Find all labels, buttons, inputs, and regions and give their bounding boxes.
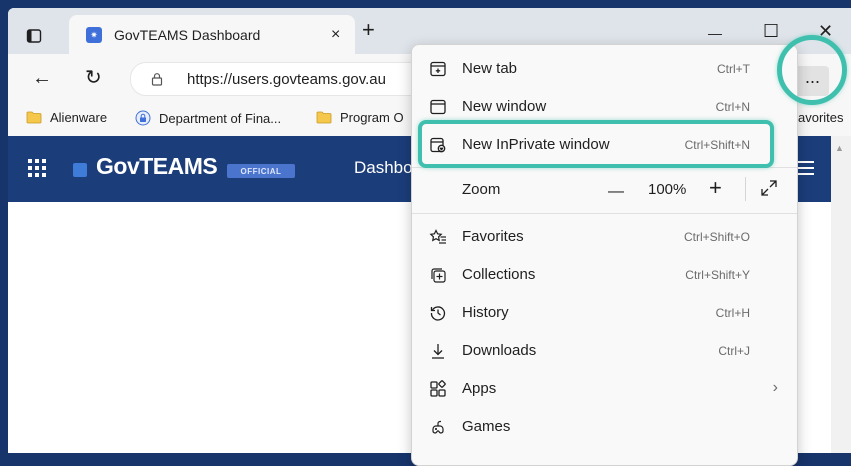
folder-icon bbox=[26, 111, 42, 124]
menu-item-label: New tab bbox=[462, 60, 518, 77]
maximize-button[interactable]: ☐ bbox=[763, 22, 779, 40]
govteams-favicon-icon: ✷ bbox=[86, 27, 102, 43]
new-window-icon bbox=[430, 99, 446, 115]
zoom-in-button[interactable]: + bbox=[709, 176, 722, 200]
menu-separator bbox=[412, 213, 797, 214]
tab-title: GovTEAMS Dashboard bbox=[114, 27, 261, 43]
download-icon bbox=[432, 344, 444, 359]
fullscreen-icon[interactable] bbox=[760, 179, 778, 197]
zoom-divider bbox=[745, 177, 746, 201]
menu-item-zoom: Zoom — 100% + bbox=[412, 171, 797, 207]
page-scrollbar[interactable]: ▲ bbox=[831, 136, 851, 453]
tab-actions-icon[interactable] bbox=[26, 28, 42, 44]
bookmark-program[interactable]: Program O bbox=[316, 110, 404, 125]
bookmark-label: avorites bbox=[798, 110, 844, 125]
menu-item-label: Games bbox=[462, 418, 511, 435]
menu-item-label: New window bbox=[462, 98, 547, 115]
bookmark-label: Department of Fina... bbox=[159, 110, 282, 126]
zoom-out-button[interactable]: — bbox=[608, 180, 624, 204]
menu-item-history[interactable]: History Ctrl+H bbox=[412, 294, 797, 330]
official-badge: OFFICIAL bbox=[227, 164, 295, 178]
bookmark-other-favorites[interactable]: avorites bbox=[798, 110, 844, 125]
settings-menu: New tab Ctrl+T New window Ctrl+N New InP… bbox=[411, 44, 798, 466]
collections-icon bbox=[431, 268, 446, 283]
active-tab[interactable]: ✷ GovTEAMS Dashboard × bbox=[69, 15, 355, 54]
lock-icon[interactable] bbox=[150, 72, 164, 86]
menu-item-label: Collections bbox=[462, 266, 536, 283]
nav-dashboard[interactable]: Dashbo bbox=[354, 158, 413, 178]
menu-item-shortcut: Ctrl+J bbox=[718, 344, 750, 358]
menu-item-shortcut: Ctrl+H bbox=[715, 306, 750, 320]
url-text: https://users.govteams.gov.au bbox=[187, 71, 386, 88]
highlight-more-button-annotation bbox=[777, 35, 847, 105]
menu-item-label: Apps bbox=[462, 380, 497, 397]
menu-item-label: Zoom bbox=[462, 181, 501, 198]
bookmark-alienware[interactable]: Alienware bbox=[26, 110, 107, 125]
tab-close-button[interactable]: × bbox=[331, 26, 340, 44]
bookmark-label: Program O bbox=[340, 110, 404, 125]
favorites-icon bbox=[429, 229, 446, 244]
menu-item-apps[interactable]: Apps › bbox=[412, 370, 797, 406]
highlight-inprivate-annotation bbox=[418, 120, 774, 168]
menu-item-label: History bbox=[462, 304, 509, 321]
scroll-up-icon[interactable]: ▲ bbox=[835, 143, 844, 153]
back-arrow-icon[interactable]: ← bbox=[32, 68, 52, 88]
new-tab-button[interactable]: + bbox=[362, 18, 375, 42]
bookmark-label: Alienware bbox=[50, 110, 108, 125]
brand-name[interactable]: GovTEAMS bbox=[96, 153, 218, 180]
menu-item-favorites[interactable]: Favorites Ctrl+Shift+O bbox=[412, 218, 797, 254]
history-icon bbox=[430, 306, 446, 321]
minimize-button[interactable]: — bbox=[708, 24, 722, 42]
folder-icon bbox=[316, 111, 332, 124]
bookmark-department-of-finance[interactable]: Department of Fina... bbox=[135, 110, 281, 126]
menu-item-collections[interactable]: Collections Ctrl+Shift+Y bbox=[412, 256, 797, 292]
menu-item-label: Favorites bbox=[462, 228, 524, 245]
zoom-level: 100% bbox=[648, 181, 687, 198]
new-tab-icon bbox=[430, 61, 446, 77]
lock-badge-icon bbox=[135, 110, 151, 126]
refresh-icon[interactable]: ↻ bbox=[85, 68, 102, 88]
menu-item-new-window[interactable]: New window Ctrl+N bbox=[412, 88, 797, 124]
menu-item-shortcut: Ctrl+Shift+Y bbox=[685, 268, 750, 282]
menu-item-shortcut: Ctrl+Shift+O bbox=[683, 230, 750, 244]
govteams-logo-icon bbox=[73, 163, 87, 177]
menu-item-shortcut: Ctrl+T bbox=[717, 62, 750, 76]
menu-item-label: Downloads bbox=[462, 342, 537, 359]
app-launcher-grid-icon[interactable] bbox=[27, 158, 47, 178]
menu-item-new-tab[interactable]: New tab Ctrl+T bbox=[412, 50, 797, 86]
address-bar[interactable]: https://users.govteams.gov.au bbox=[130, 62, 432, 96]
menu-item-games[interactable]: Games bbox=[412, 408, 797, 444]
chevron-right-icon: › bbox=[772, 379, 778, 396]
apps-icon bbox=[430, 380, 446, 397]
menu-item-shortcut: Ctrl+N bbox=[715, 100, 750, 114]
menu-item-downloads[interactable]: Downloads Ctrl+J bbox=[412, 332, 797, 368]
games-icon bbox=[432, 420, 444, 434]
